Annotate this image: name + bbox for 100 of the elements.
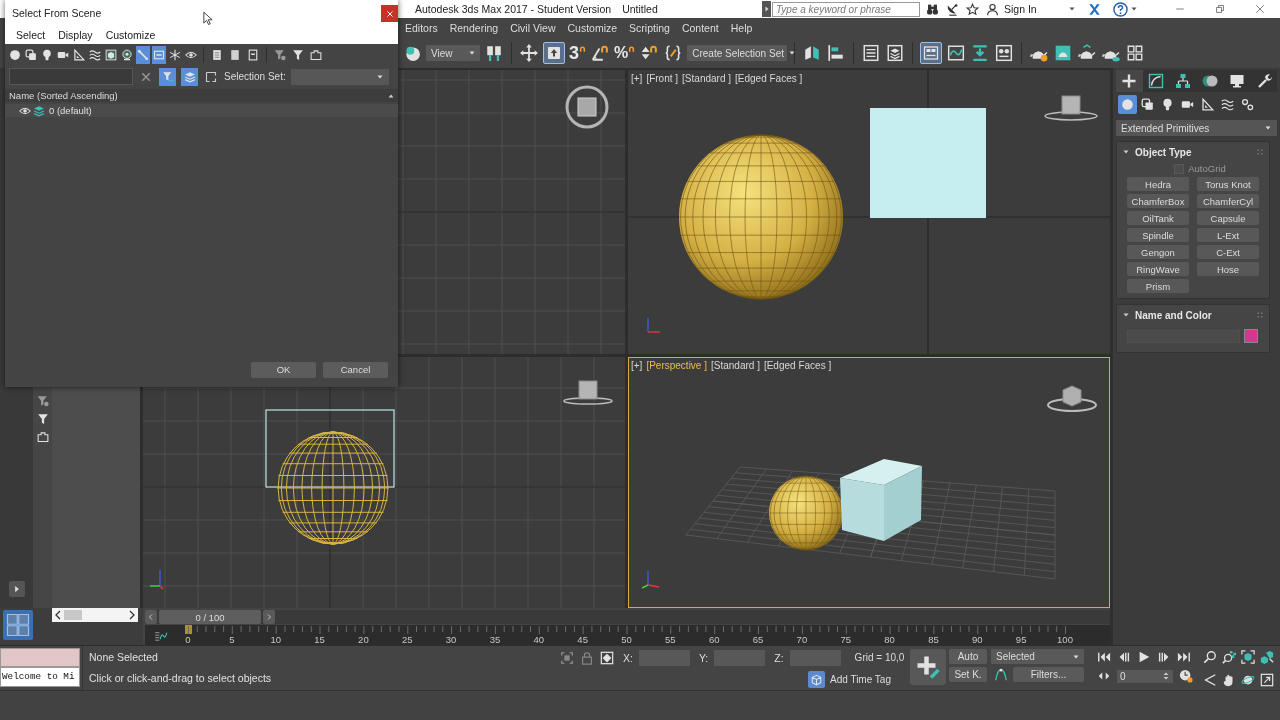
funnel-icon[interactable] xyxy=(292,49,304,61)
menu-item[interactable]: Display xyxy=(58,29,93,41)
spinner-icon[interactable] xyxy=(1162,672,1170,680)
diamond-square-icon[interactable] xyxy=(600,650,614,665)
layers-icon[interactable] xyxy=(886,44,905,62)
box-object[interactable] xyxy=(840,459,922,541)
auto-key-button[interactable]: Auto xyxy=(949,649,987,664)
view-cube[interactable] xyxy=(1047,385,1097,412)
next-frame-icon[interactable] xyxy=(1157,650,1171,664)
viewport-menu[interactable]: [Standard ] xyxy=(682,73,731,84)
viewport-menu[interactable]: [Standard ] xyxy=(711,360,760,371)
curve-list-icon[interactable] xyxy=(154,631,168,641)
viewport-menu[interactable]: [Perspective ] xyxy=(646,360,707,371)
go-to-start-icon[interactable] xyxy=(1097,650,1111,664)
command-tab[interactable] xyxy=(1116,70,1143,92)
binoculars-icon[interactable] xyxy=(926,2,939,16)
primitive-button[interactable]: L-Ext xyxy=(1197,228,1259,242)
primitive-button[interactable]: ChamferBox xyxy=(1127,194,1189,208)
column-title[interactable]: Name (Sorted Ascending) xyxy=(9,90,118,101)
current-frame-marker[interactable] xyxy=(185,625,192,634)
menu-item[interactable]: Customize xyxy=(561,22,624,34)
menu-item[interactable]: Rendering xyxy=(443,22,505,34)
filter-toggle[interactable] xyxy=(159,67,176,86)
zoom-extents-all-icon[interactable] xyxy=(1260,650,1274,664)
braces-icon[interactable] xyxy=(664,44,683,62)
collapse-triangle-icon[interactable] xyxy=(1122,148,1130,156)
isolate-icon[interactable] xyxy=(560,650,574,665)
filters-button[interactable]: Filters... xyxy=(1013,667,1084,682)
primitive-button[interactable]: RingWave xyxy=(1127,262,1189,276)
expand-button[interactable] xyxy=(762,1,771,17)
maximize-icon[interactable] xyxy=(1260,672,1274,687)
list-header[interactable]: Name (Sorted Ascending) xyxy=(5,89,398,102)
document-icon[interactable] xyxy=(229,49,241,61)
primitive-button[interactable]: Hedra xyxy=(1127,177,1189,191)
grid-icon[interactable] xyxy=(1126,44,1145,62)
view-cube[interactable] xyxy=(1044,95,1098,121)
zoom-icon[interactable] xyxy=(1203,650,1217,664)
viewport[interactable] xyxy=(143,357,625,608)
viewport[interactable]: [+] [Perspective ] [Standard ] [Edged Faces ] xyxy=(628,357,1110,608)
set-key-button[interactable] xyxy=(910,649,946,685)
move-arrows-icon[interactable] xyxy=(520,44,538,62)
caret-icon[interactable] xyxy=(1068,5,1076,13)
shaded-sphere[interactable] xyxy=(768,475,844,551)
primitive-button[interactable]: Gengon xyxy=(1127,245,1189,259)
time-slider-track[interactable]: 0 / 100 xyxy=(145,610,1110,624)
viewport-menu[interactable]: [+] xyxy=(631,73,643,84)
snap-toggle[interactable]: 3 xyxy=(569,43,579,63)
search-field[interactable] xyxy=(9,68,133,85)
category-dropdown[interactable]: Extended Primitives xyxy=(1116,120,1277,136)
viewport-layout-button[interactable] xyxy=(3,610,33,640)
menu-item[interactable]: Content xyxy=(675,22,725,34)
viewport-menu[interactable]: [Edged Faces ] xyxy=(735,73,803,84)
rollout-title[interactable]: Name and Color xyxy=(1135,309,1212,321)
type-filter-button[interactable] xyxy=(72,46,86,64)
teapot-icon[interactable] xyxy=(1078,44,1097,62)
manipulate-toggle[interactable] xyxy=(543,42,565,64)
zoom-extents-icon[interactable] xyxy=(1241,650,1255,664)
primitive-button[interactable]: OilTank xyxy=(1127,211,1189,225)
user-icon[interactable] xyxy=(986,2,999,16)
play-icon[interactable] xyxy=(1137,650,1151,664)
bracket-icon[interactable] xyxy=(36,431,49,443)
primitive-button[interactable]: Capsule xyxy=(1197,211,1259,225)
menu-item[interactable]: Select xyxy=(16,29,46,41)
two-circles-icon[interactable] xyxy=(403,44,421,62)
key-filter-dropdown[interactable]: Selected xyxy=(991,649,1084,664)
down-arrow-icon[interactable] xyxy=(971,44,990,62)
time-slider-thumb[interactable]: 0 / 100 xyxy=(159,610,261,624)
previous-frame-icon[interactable] xyxy=(1117,650,1131,664)
viewport-menu[interactable]: [Edged Faces ] xyxy=(763,360,832,371)
menu-item[interactable]: Editors xyxy=(399,22,444,34)
menu-item[interactable]: Customize xyxy=(105,29,156,41)
pivot-icon[interactable] xyxy=(485,44,503,62)
viewport-menu[interactable]: [Front ] xyxy=(646,73,679,84)
caret-icon[interactable] xyxy=(1130,5,1138,13)
type-filter-button[interactable] xyxy=(104,46,118,64)
satellite-dish-icon[interactable] xyxy=(946,2,959,16)
field-of-view-icon[interactable] xyxy=(1203,672,1217,687)
layers-toggle[interactable] xyxy=(181,67,198,86)
box-outline[interactable] xyxy=(265,409,395,488)
reference-dropdown[interactable]: View xyxy=(426,45,480,61)
viewport-menu[interactable]: [+] xyxy=(631,360,643,371)
view-cube[interactable] xyxy=(565,85,609,129)
set-key-mode-button[interactable]: Set K. xyxy=(949,667,987,682)
color-swatch[interactable] xyxy=(1244,329,1258,343)
maxscript-output[interactable]: Welcome to Mi xyxy=(0,667,80,687)
rollout-title[interactable]: Object Type xyxy=(1135,146,1192,158)
funnel-icon[interactable] xyxy=(36,413,49,425)
dot-grid-icon[interactable] xyxy=(1256,311,1264,319)
collapse-triangle-icon[interactable] xyxy=(1122,311,1130,319)
document-lines-icon[interactable] xyxy=(211,49,223,61)
dialog-button[interactable]: Cancel xyxy=(323,361,388,378)
ribbon-toggle[interactable] xyxy=(920,42,943,64)
angle-snap-icon[interactable] xyxy=(591,44,609,62)
scrollbar[interactable] xyxy=(52,608,138,622)
viewport[interactable]: [+] [Front ] [Standard ] [Edged Faces ] xyxy=(628,70,1110,354)
percent-snap-toggle[interactable]: % xyxy=(614,43,629,63)
go-to-end-icon[interactable] xyxy=(1177,650,1191,664)
frame-window-icon[interactable] xyxy=(1054,44,1073,62)
list-row[interactable]: 0 (default) xyxy=(5,104,398,117)
star-icon[interactable] xyxy=(966,2,979,16)
